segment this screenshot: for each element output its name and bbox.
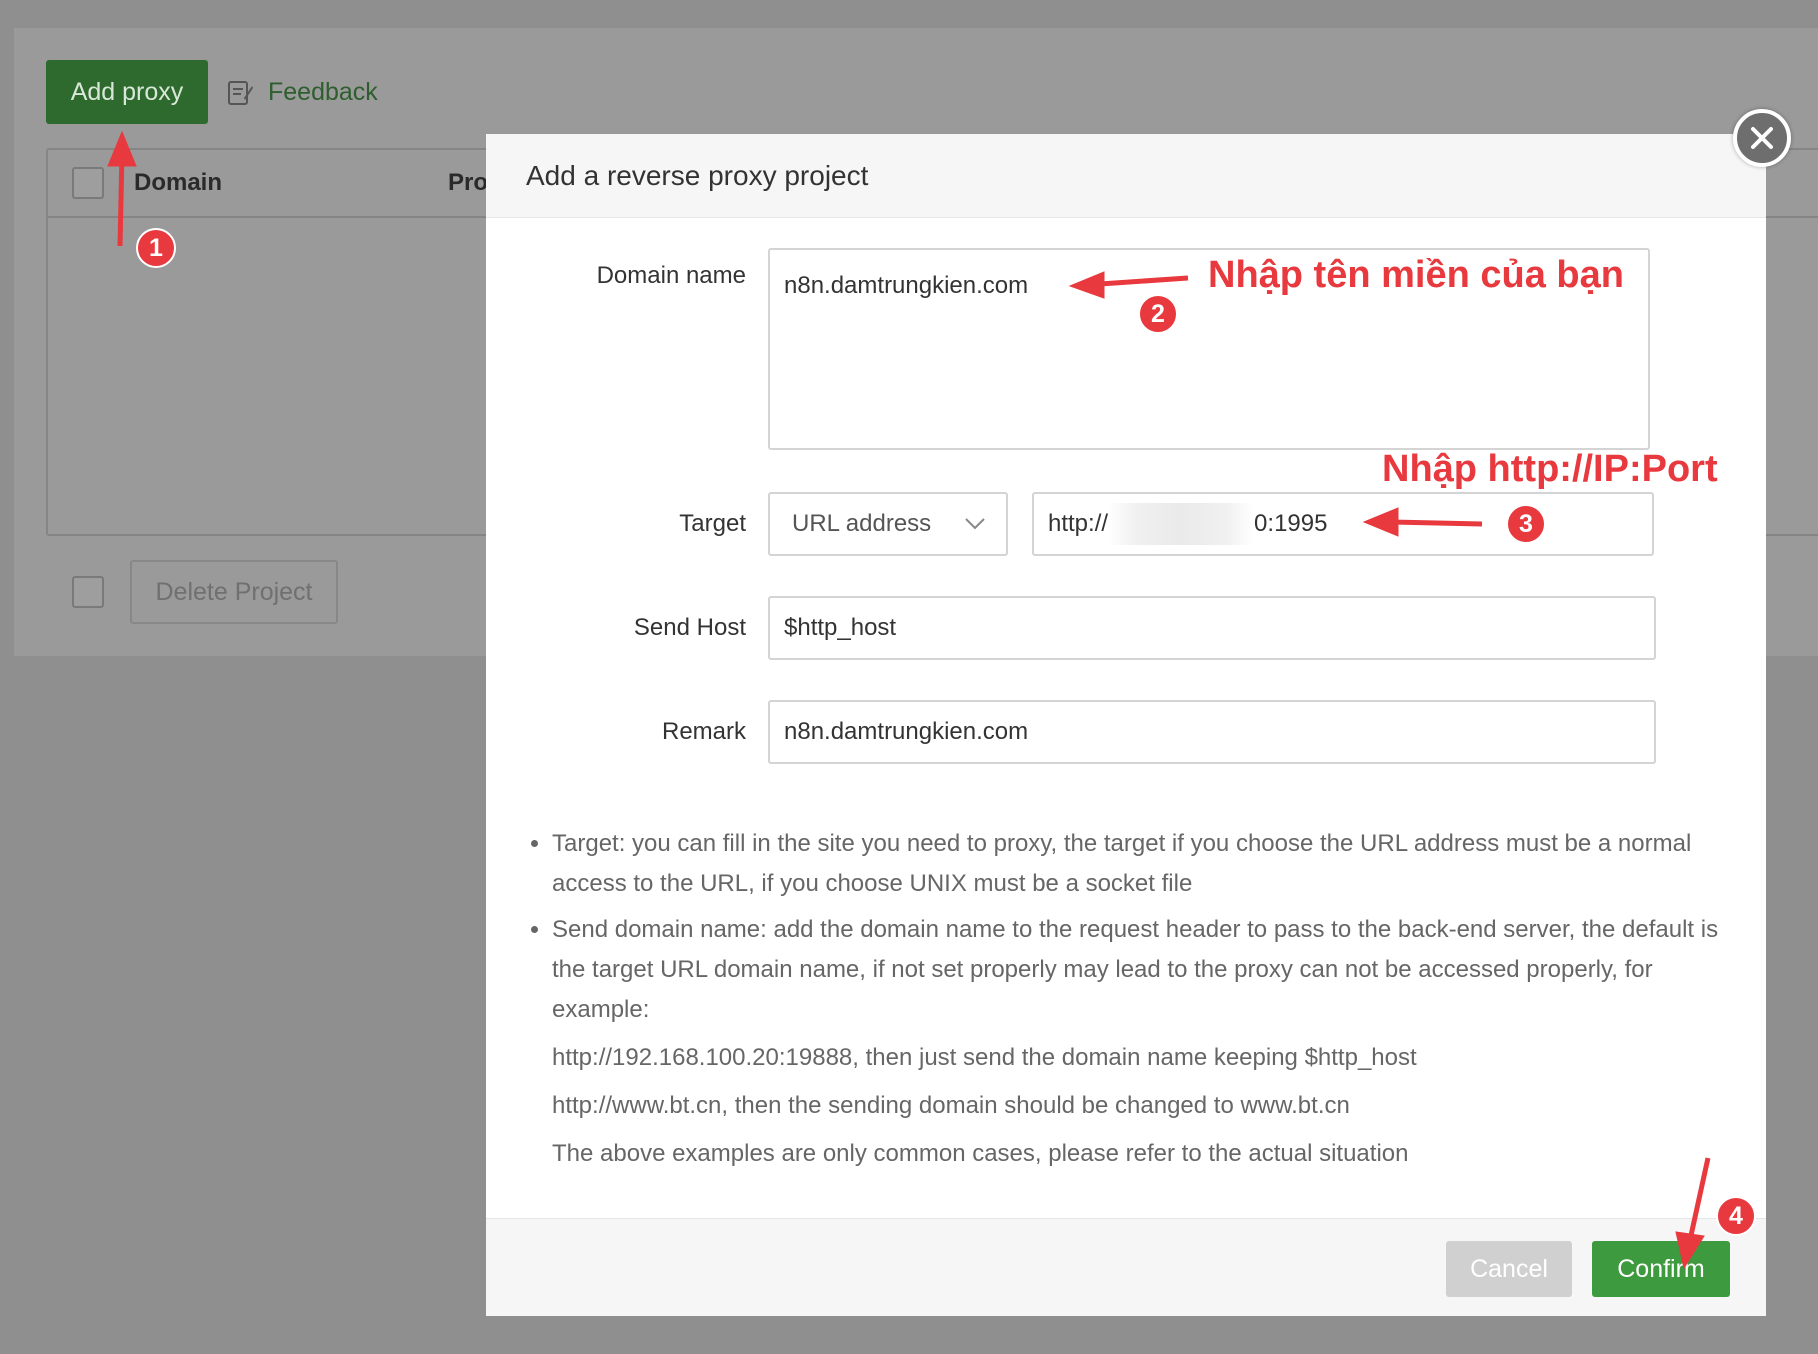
feedback-link[interactable]: Feedback bbox=[226, 60, 378, 124]
send-host-label: Send Host bbox=[633, 614, 746, 641]
remark-value: n8n.damtrungkien.com bbox=[784, 718, 1029, 745]
send-host-input[interactable]: $http_host bbox=[768, 596, 1656, 660]
close-icon bbox=[1751, 127, 1773, 149]
help-item-target: Target: you can fill in the site you nee… bbox=[552, 824, 1726, 904]
annotation-badge-1: 1 bbox=[136, 228, 176, 268]
annotation-text-domain: Nhập tên miền của bạn bbox=[1208, 254, 1624, 296]
help-text: Target: you can fill in the site you nee… bbox=[526, 824, 1726, 1174]
column-pro: Pro bbox=[448, 169, 489, 196]
dialog-footer: Cancel Confirm bbox=[486, 1218, 1766, 1316]
delete-project-button[interactable]: Delete Project bbox=[130, 560, 338, 624]
send-host-value: $http_host bbox=[784, 614, 897, 641]
target-url-suffix: 0:1995 bbox=[1254, 510, 1328, 537]
redacted-ip bbox=[1108, 503, 1255, 545]
help-example-1: http://192.168.100.20:19888, then just s… bbox=[552, 1044, 1417, 1071]
confirm-button[interactable]: Confirm bbox=[1592, 1241, 1730, 1297]
feedback-icon bbox=[228, 81, 253, 105]
add-proxy-button[interactable]: Add proxy bbox=[46, 60, 208, 124]
cancel-button[interactable]: Cancel bbox=[1446, 1241, 1572, 1297]
target-url-input[interactable]: http:// 0:1995 bbox=[1032, 492, 1654, 556]
target-url-prefix: http:// bbox=[1048, 510, 1109, 537]
remark-label: Remark bbox=[661, 718, 746, 745]
annotation-badge-4: 4 bbox=[1716, 1196, 1756, 1236]
remark-input[interactable]: n8n.damtrungkien.com bbox=[768, 700, 1656, 764]
domain-name-label: Domain name bbox=[596, 262, 746, 289]
column-domain: Domain bbox=[134, 169, 223, 196]
help-item-send-domain: Send domain name: add the domain name to… bbox=[552, 910, 1726, 1030]
select-all-checkbox[interactable] bbox=[72, 167, 104, 199]
close-dialog-button[interactable] bbox=[1733, 109, 1791, 167]
target-type-select[interactable]: URL address bbox=[768, 492, 1008, 556]
target-type-value: URL address bbox=[792, 510, 932, 537]
chevron-down-icon bbox=[965, 518, 985, 530]
target-label: Target bbox=[679, 510, 746, 537]
footer-select-checkbox[interactable] bbox=[72, 576, 104, 608]
annotation-text-target: Nhập http://IP:Port bbox=[1382, 448, 1718, 490]
reverse-proxy-dialog: Add a reverse proxy project Domain name … bbox=[486, 134, 1766, 1316]
annotation-badge-2: 2 bbox=[1138, 294, 1178, 334]
annotation-badge-3: 3 bbox=[1506, 504, 1546, 544]
domain-name-value: n8n.damtrungkien.com bbox=[784, 272, 1029, 299]
help-note: The above examples are only common cases… bbox=[552, 1140, 1409, 1167]
help-example-2: http://www.bt.cn, then the sending domai… bbox=[552, 1092, 1350, 1119]
feedback-label: Feedback bbox=[268, 77, 378, 106]
dialog-title: Add a reverse proxy project bbox=[486, 134, 1766, 218]
